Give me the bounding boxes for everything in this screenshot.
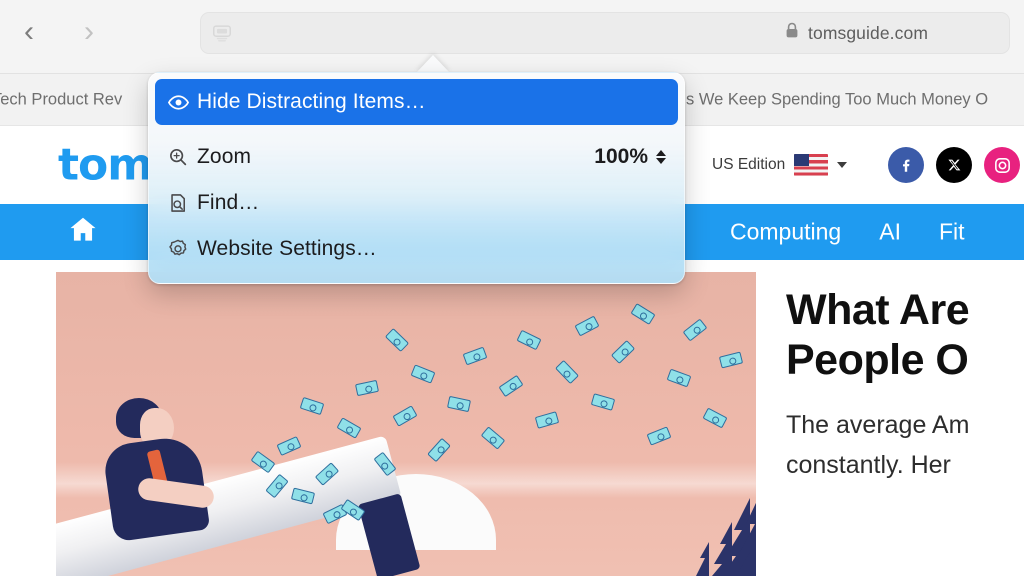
browser-toolbar: ‹ › tomsguide.com	[0, 0, 1024, 74]
person-illustration	[100, 398, 220, 548]
stepper-chevrons-icon[interactable]	[656, 150, 666, 164]
browser-window: Tech Product Rev s We Keep Spending Too …	[0, 0, 1024, 576]
gear-icon	[167, 238, 197, 260]
chevron-left-icon[interactable]: ‹	[12, 12, 46, 52]
banner-text-right[interactable]: s We Keep Spending Too Much Money O	[686, 90, 988, 109]
menu-item-website-settings[interactable]: Website Settings…	[155, 226, 678, 272]
nav-link-ai[interactable]: AI	[879, 219, 901, 246]
edition-picker[interactable]: US Edition	[712, 154, 848, 176]
find-in-page-icon	[167, 192, 197, 214]
zoom-stepper[interactable]: 100%	[594, 145, 666, 169]
facebook-icon[interactable]	[888, 147, 924, 183]
nav-link-fitness[interactable]: Fit	[939, 219, 965, 246]
us-flag-icon	[794, 154, 829, 176]
magnifier-icon	[167, 146, 197, 168]
menu-separator	[149, 125, 684, 134]
menu-item-find[interactable]: Find…	[155, 180, 678, 226]
chevron-down-icon	[837, 162, 848, 168]
menu-item-label: Hide Distracting Items…	[197, 90, 426, 113]
edition-label: US Edition	[712, 156, 786, 173]
article-deck-line1: The average Am	[786, 410, 970, 439]
site-logo[interactable]: tom	[58, 140, 153, 191]
article-headline-line1[interactable]: What Are	[786, 286, 1024, 336]
nav-link-computing[interactable]: Computing	[730, 219, 841, 246]
trees-icon	[696, 498, 756, 576]
menu-item-hide-distracting-items[interactable]: Hide Distracting Items…	[155, 79, 678, 125]
menu-item-zoom[interactable]: Zoom 100%	[155, 134, 678, 180]
lock-icon	[785, 22, 799, 44]
x-twitter-icon[interactable]	[936, 147, 972, 183]
url-display[interactable]: tomsguide.com	[785, 22, 928, 44]
article-text: What Are People O The average Am constan…	[756, 260, 1024, 576]
menu-item-label: Find…	[197, 191, 260, 214]
page-settings-popover: Hide Distracting Items… Zoom 100% Find… …	[148, 72, 685, 284]
home-icon[interactable]	[66, 214, 100, 251]
menu-item-label: Zoom	[197, 145, 252, 168]
article-deck-line2: constantly. Her	[786, 450, 951, 479]
page-settings-icon[interactable]	[203, 14, 241, 52]
nav-links: Computing AI Fit	[730, 219, 965, 246]
hero-illustration	[56, 272, 756, 576]
chevron-right-icon[interactable]: ›	[72, 12, 106, 52]
article-headline-line2[interactable]: People O	[786, 336, 1024, 386]
social-links	[888, 147, 1020, 183]
zoom-value: 100%	[594, 145, 648, 168]
navigation-arrows: ‹ ›	[12, 12, 106, 52]
menu-item-label: Website Settings…	[197, 237, 377, 260]
eye-icon	[167, 91, 197, 114]
banner-text-left[interactable]: Tech Product Rev	[0, 90, 122, 109]
instagram-icon[interactable]	[984, 147, 1020, 183]
popover-arrow	[416, 55, 450, 73]
url-text: tomsguide.com	[808, 22, 928, 43]
article-block: What Are People O The average Am constan…	[0, 260, 1024, 576]
